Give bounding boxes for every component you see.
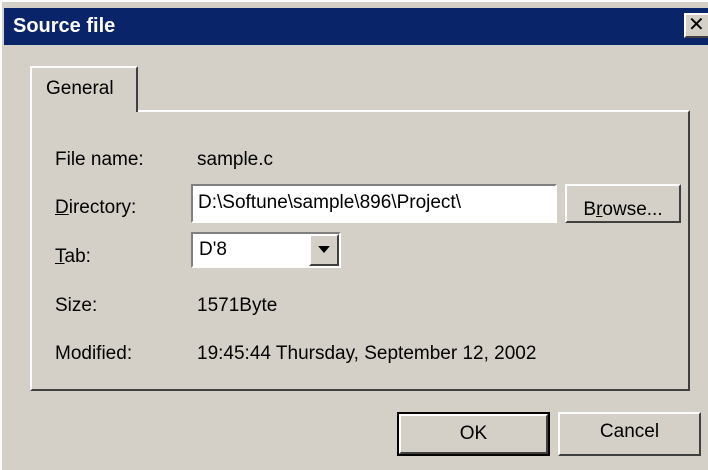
browse-button[interactable]: Browse...: [565, 184, 681, 223]
browse-label-post: owse...: [602, 199, 663, 220]
directory-input[interactable]: D:\Softune\sample\896\Project\: [191, 184, 557, 223]
source-file-dialog: Source file ✕ General File name: sample.…: [0, 0, 708, 470]
close-button[interactable]: ✕: [684, 13, 708, 38]
browse-button-label: Browse...: [583, 192, 662, 222]
close-icon: ✕: [688, 14, 705, 36]
directory-input-value: D:\Softune\sample\896\Project\: [198, 192, 461, 213]
tab-connector: [32, 109, 136, 113]
tab-size-select[interactable]: D'8: [191, 232, 341, 268]
tab-general[interactable]: General: [30, 66, 138, 112]
ok-button-label: OK: [459, 423, 488, 444]
tab-hotkey: T: [55, 246, 65, 267]
cancel-button-label: Cancel: [599, 421, 660, 442]
browse-label-pre: B: [583, 199, 597, 220]
tab-size-dropdown-button[interactable]: [309, 234, 339, 266]
chevron-down-icon: [318, 246, 330, 253]
size-label: Size:: [55, 295, 98, 316]
file-name-value: sample.c: [197, 149, 274, 170]
cancel-button[interactable]: Cancel: [558, 412, 701, 456]
tab-general-label: General: [46, 78, 114, 99]
ok-button[interactable]: OK: [397, 412, 550, 456]
file-name-label: File name:: [55, 149, 144, 170]
tab-size-value: D'8: [199, 239, 227, 260]
title-bar[interactable]: Source file ✕: [4, 8, 708, 45]
tab-label-rest: ab:: [64, 246, 91, 267]
size-value: 1571Byte: [197, 295, 278, 316]
tab-size-label: Tab:: [55, 245, 91, 269]
directory-hotkey: D: [55, 197, 69, 218]
directory-label-rest: irectory:: [68, 197, 137, 218]
directory-label: Directory:: [55, 196, 136, 220]
modified-label: Modified:: [55, 343, 133, 364]
window-title: Source file: [13, 15, 116, 37]
modified-value: 19:45:44 Thursday, September 12, 2002: [197, 343, 537, 364]
